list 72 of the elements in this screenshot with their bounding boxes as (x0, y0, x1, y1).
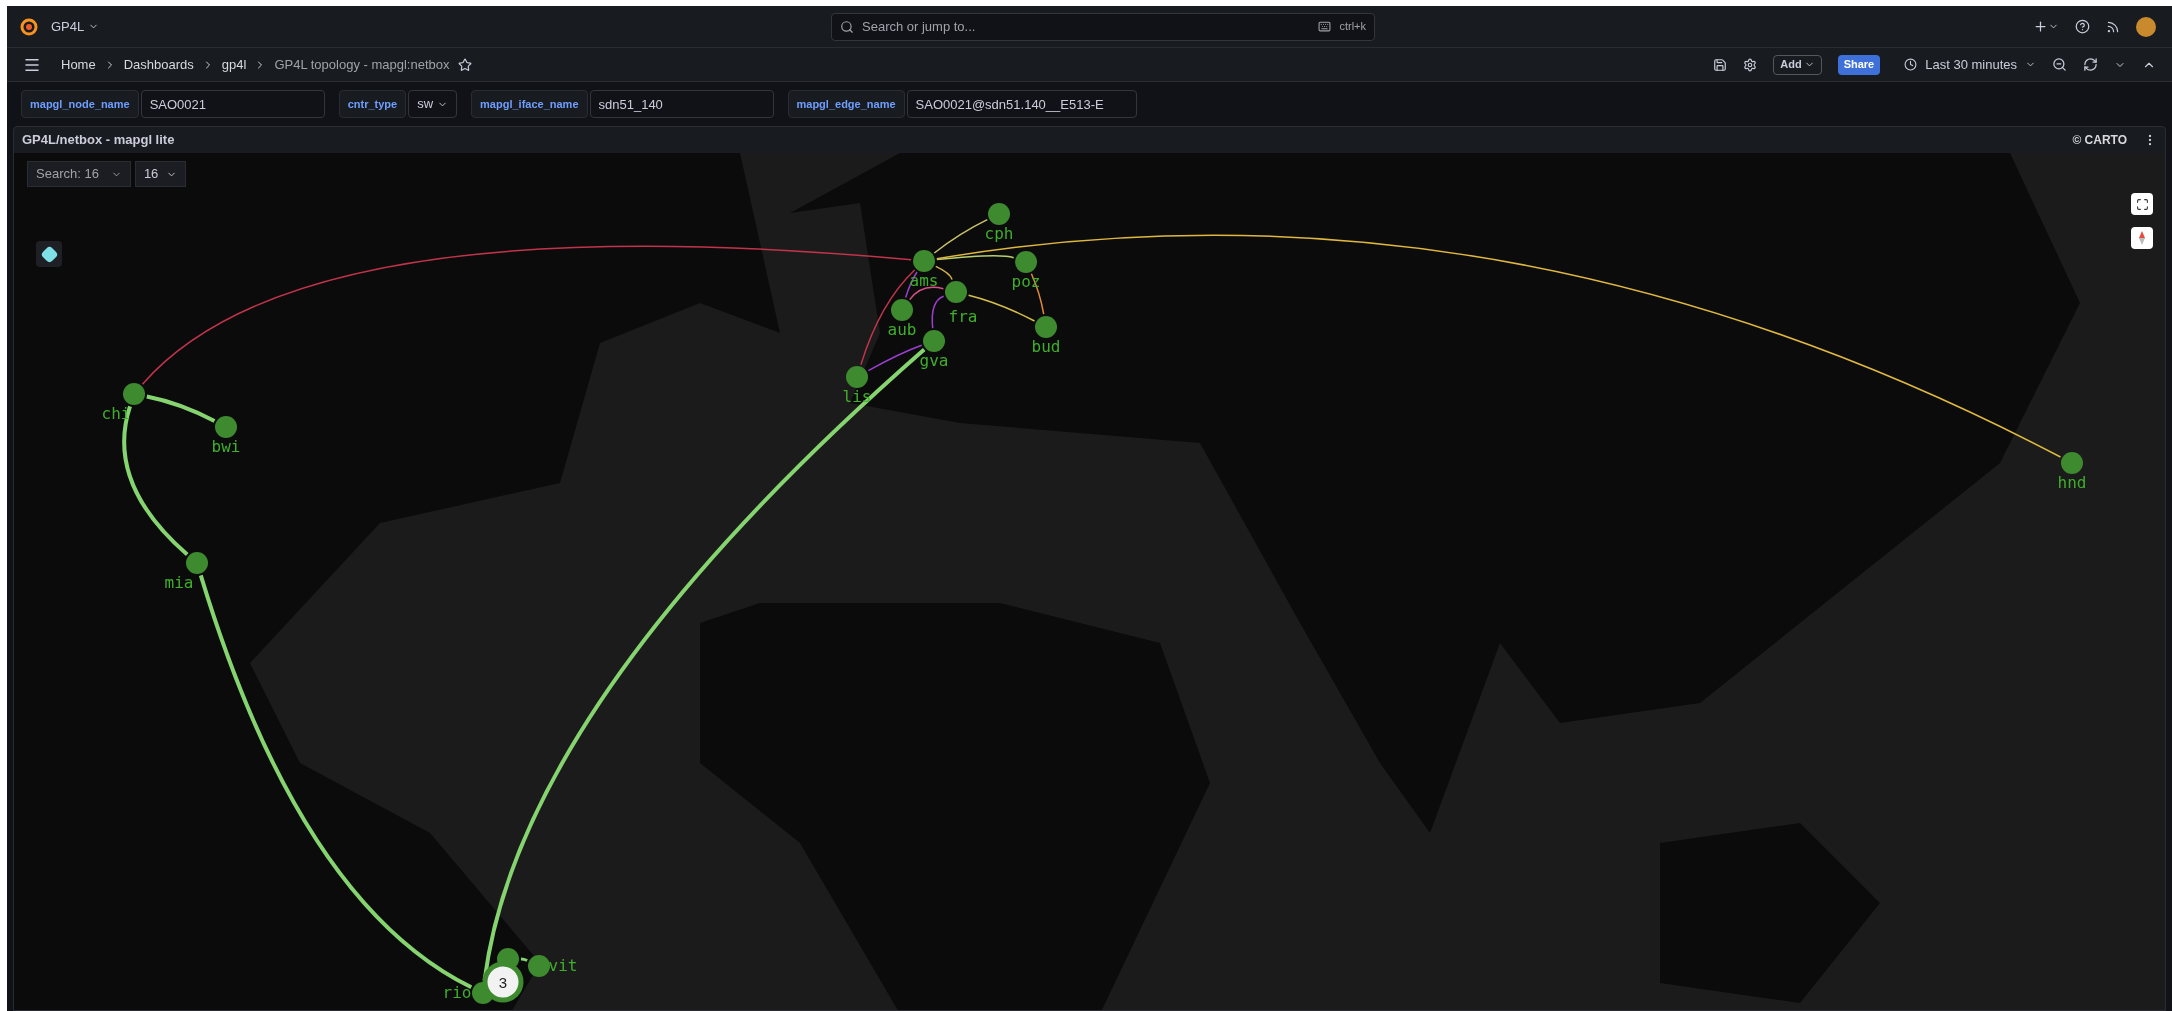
node-label: bwi (211, 437, 241, 456)
node-marker[interactable] (988, 203, 1010, 225)
zoom-out-icon[interactable] (2052, 57, 2067, 72)
node-marker[interactable] (923, 330, 945, 352)
node-marker[interactable] (1015, 251, 1037, 273)
variable-label: mapgl_iface_name (471, 90, 588, 118)
node-marker[interactable] (945, 281, 967, 303)
org-switcher[interactable]: GP4L (51, 16, 100, 37)
cluster-marker[interactable]: 3 (482, 961, 524, 1003)
breadcrumb-link[interactable]: Home (61, 54, 96, 75)
new-menu-button[interactable] (2033, 19, 2059, 34)
plus-icon (2033, 19, 2048, 34)
node-marker[interactable] (528, 955, 550, 977)
node-marker[interactable] (1035, 316, 1057, 338)
node-marker[interactable] (913, 250, 935, 272)
link-line[interactable] (935, 265, 953, 281)
node-label: cph (984, 224, 1014, 243)
variable-input[interactable]: SAO0021@sdn51.140__E513-E (906, 90, 1137, 118)
compass-button[interactable] (2131, 227, 2153, 249)
zoom-select[interactable]: 16 (134, 161, 187, 187)
variable-label: mapgl_node_name (21, 90, 139, 118)
link-line[interactable] (520, 957, 528, 962)
clock-icon (1904, 58, 1918, 71)
node-label: hnd (2057, 473, 2087, 492)
time-range-picker[interactable]: Last 30 minutes (1904, 54, 2036, 75)
variable-select[interactable]: sw (408, 90, 458, 118)
node-label: rio (442, 983, 472, 1002)
fullscreen-button[interactable] (2131, 193, 2153, 215)
link-line[interactable] (936, 255, 1015, 261)
user-avatar[interactable] (2136, 16, 2156, 37)
help-icon[interactable] (2075, 19, 2090, 34)
link-line[interactable] (908, 286, 945, 301)
search-field[interactable]: Search or jump to... (862, 16, 1311, 37)
panel-title: GP4L/netbox - mapgl lite (22, 131, 175, 150)
layer-toggle[interactable] (36, 241, 62, 267)
refresh-icon[interactable] (2083, 57, 2098, 72)
logo-icon[interactable] (19, 16, 39, 37)
map-attribution: © CARTO (2072, 132, 2127, 149)
keyboard-icon (1318, 20, 1332, 33)
node-marker[interactable] (215, 416, 237, 438)
node-label: gva (919, 351, 949, 370)
breadcrumb-link[interactable]: Dashboards (123, 54, 194, 75)
node-marker[interactable] (2061, 452, 2083, 474)
node-label: fra (948, 307, 978, 326)
fullscreen-icon (2135, 197, 2149, 211)
node-marker[interactable] (186, 552, 208, 574)
star-icon[interactable] (457, 57, 472, 72)
node-marker[interactable] (123, 383, 145, 405)
node-marker[interactable] (891, 299, 913, 321)
share-button[interactable]: Share (1837, 54, 1881, 75)
link-line[interactable] (146, 394, 216, 423)
node-label: bud (1031, 337, 1061, 356)
save-icon[interactable] (1713, 57, 1728, 72)
search-bar[interactable]: Search or jump to... ctrl+k (831, 12, 1375, 41)
search-icon (840, 19, 854, 34)
variable-label: mapgl_edge_name (787, 90, 905, 118)
compass-icon (2139, 231, 2145, 245)
shortcut-hint: ctrl+k (1339, 19, 1366, 35)
node-label: lis (842, 387, 872, 406)
node-marker[interactable] (846, 366, 868, 388)
breadcrumb-link[interactable]: gp4l (221, 54, 247, 75)
variable-input[interactable]: sdn51_140 (589, 90, 774, 118)
variable-input[interactable]: SAO0021 (140, 90, 325, 118)
news-icon[interactable] (2106, 19, 2120, 34)
search-select[interactable]: Search: 16 (27, 161, 131, 187)
settings-icon[interactable] (1743, 57, 1758, 72)
node-label: mia (164, 573, 194, 592)
variable-label: cntr_type (338, 90, 407, 118)
node-label: aub (887, 320, 917, 339)
node-label: vit (548, 956, 578, 975)
breadcrumb-link[interactable]: GP4L topology - mapgl:netbox (274, 54, 450, 75)
add-button[interactable]: Add (1773, 54, 1822, 75)
